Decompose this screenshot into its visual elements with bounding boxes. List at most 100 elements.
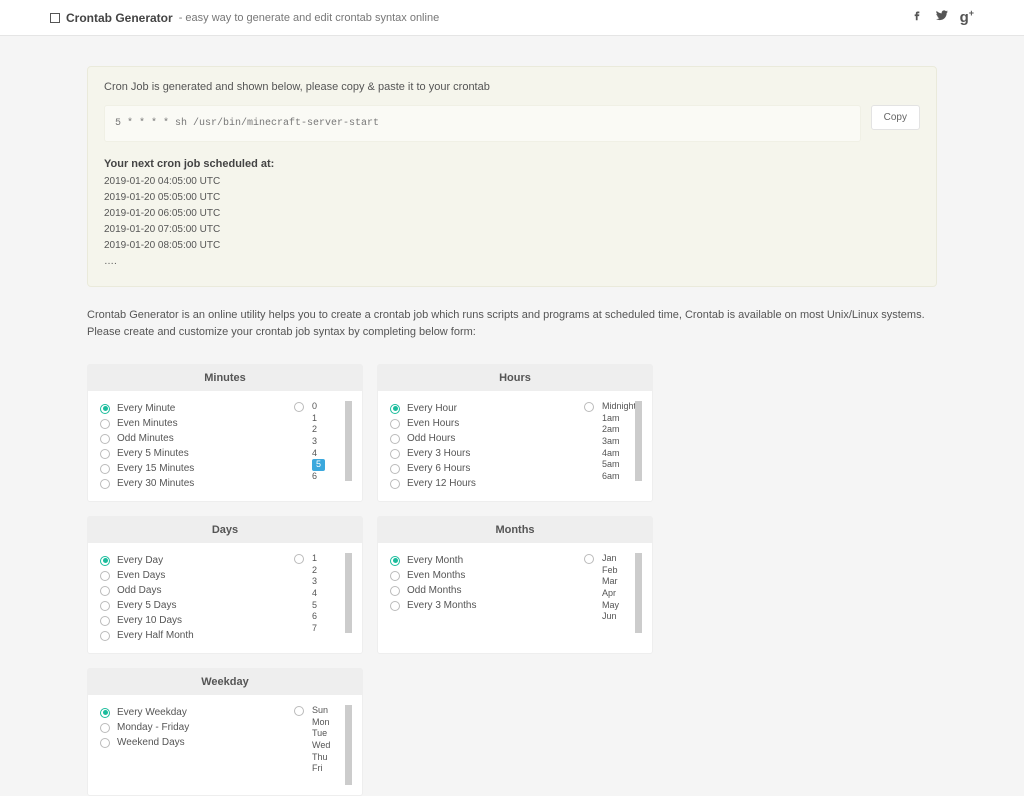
value-item[interactable]: 5 <box>312 600 345 612</box>
value-item[interactable]: Wed <box>312 740 345 752</box>
value-item[interactable]: 0 <box>312 401 345 413</box>
value-item[interactable]: 3 <box>312 436 345 448</box>
radio-icon[interactable] <box>584 554 594 564</box>
option-days[interactable]: Every 5 Days <box>100 598 302 613</box>
value-item[interactable]: 1 <box>312 413 345 425</box>
option-minutes[interactable]: Odd Minutes <box>100 431 302 446</box>
option-hours[interactable]: Even Hours <box>390 416 592 431</box>
googleplus-icon[interactable]: g+ <box>960 8 974 27</box>
value-item[interactable]: Jun <box>602 611 635 623</box>
value-item[interactable]: May <box>602 600 635 612</box>
value-item[interactable]: 2 <box>312 565 345 577</box>
value-item[interactable]: Feb <box>602 565 635 577</box>
brand: Crontab Generator - easy way to generate… <box>50 11 439 25</box>
values-list[interactable]: Midnight1am2am3am4am5am6am7am8am <box>600 401 642 481</box>
value-item[interactable]: 3 <box>312 576 345 588</box>
option-hours[interactable]: Odd Hours <box>390 431 592 446</box>
panel-hours: HoursEvery HourEven HoursOdd HoursEvery … <box>377 364 653 502</box>
option-hours[interactable]: Every Hour <box>390 401 592 416</box>
option-minutes[interactable]: Every 5 Minutes <box>100 446 302 461</box>
radio-icon <box>390 586 400 596</box>
radio-icon <box>100 708 110 718</box>
radio-icon <box>100 586 110 596</box>
cron-output[interactable]: 5 * * * * sh /usr/bin/minecraft-server-s… <box>104 105 861 142</box>
option-weekday[interactable]: Every Weekday <box>100 705 302 720</box>
option-weekday[interactable]: Monday - Friday <box>100 720 302 735</box>
option-months[interactable]: Every Month <box>390 553 592 568</box>
option-days[interactable]: Even Days <box>100 568 302 583</box>
schedule-item: 2019-01-20 07:05:00 UTC <box>104 222 920 238</box>
option-minutes[interactable]: Every 30 Minutes <box>100 476 302 491</box>
values-list[interactable]: JanFebMarAprMayJun <box>600 553 642 633</box>
option-weekday[interactable]: Weekend Days <box>100 735 302 750</box>
value-item[interactable]: Tue <box>312 728 345 740</box>
copy-button[interactable]: Copy <box>871 105 920 130</box>
option-minutes[interactable]: Even Minutes <box>100 416 302 431</box>
panel-header: Hours <box>378 365 652 391</box>
logo-icon <box>50 13 60 23</box>
value-item[interactable]: Midnight <box>602 401 635 413</box>
facebook-icon[interactable] <box>910 8 924 27</box>
option-days[interactable]: Odd Days <box>100 583 302 598</box>
value-item[interactable]: Mon <box>312 717 345 729</box>
option-label: Every 12 Hours <box>407 478 476 489</box>
radio-icon <box>390 464 400 474</box>
value-item[interactable]: Jan <box>602 553 635 565</box>
schedule-list: 2019-01-20 04:05:00 UTC 2019-01-20 05:05… <box>104 174 920 270</box>
radio-icon[interactable] <box>584 402 594 412</box>
option-days[interactable]: Every Day <box>100 553 302 568</box>
value-item[interactable]: Sun <box>312 705 345 717</box>
value-item[interactable]: 1am <box>602 413 635 425</box>
values-list[interactable]: 012345678 <box>310 401 352 481</box>
value-item[interactable]: 5am <box>602 459 635 471</box>
option-hours[interactable]: Every 3 Hours <box>390 446 592 461</box>
value-item[interactable]: 7 <box>312 623 345 633</box>
radio-icon[interactable] <box>294 402 304 412</box>
value-item[interactable]: 4am <box>602 448 635 460</box>
value-item[interactable]: 2am <box>602 424 635 436</box>
option-label: Even Months <box>407 570 465 581</box>
panels: MinutesEvery MinuteEven MinutesOdd Minut… <box>87 364 937 796</box>
option-months[interactable]: Every 3 Months <box>390 598 592 613</box>
panel-header: Weekday <box>88 669 362 695</box>
option-label: Monday - Friday <box>117 722 189 733</box>
option-days[interactable]: Every Half Month <box>100 628 302 643</box>
option-label: Every 5 Days <box>117 600 176 611</box>
value-item[interactable]: Mar <box>602 576 635 588</box>
option-label: Even Hours <box>407 418 459 429</box>
value-item[interactable]: 5 <box>312 459 345 471</box>
radio-icon[interactable] <box>294 706 304 716</box>
value-item[interactable]: Apr <box>602 588 635 600</box>
option-minutes[interactable]: Every Minute <box>100 401 302 416</box>
option-label: Every Month <box>407 555 463 566</box>
option-months[interactable]: Odd Months <box>390 583 592 598</box>
option-days[interactable]: Every 10 Days <box>100 613 302 628</box>
value-item[interactable]: 6am <box>602 471 635 481</box>
radio-icon <box>390 419 400 429</box>
option-months[interactable]: Even Months <box>390 568 592 583</box>
option-hours[interactable]: Every 6 Hours <box>390 461 592 476</box>
radio-icon <box>100 601 110 611</box>
social-links: g+ <box>910 8 974 27</box>
value-item[interactable]: Fri <box>312 763 345 775</box>
option-hours[interactable]: Every 12 Hours <box>390 476 592 491</box>
option-minutes[interactable]: Every 15 Minutes <box>100 461 302 476</box>
value-item[interactable]: 6 <box>312 471 345 481</box>
schedule-item: 2019-01-20 06:05:00 UTC <box>104 206 920 222</box>
value-item[interactable]: 3am <box>602 436 635 448</box>
value-item[interactable]: Thu <box>312 752 345 764</box>
value-item[interactable]: 4 <box>312 448 345 460</box>
values-list[interactable]: 123456789 <box>310 553 352 633</box>
option-label: Every Hour <box>407 403 457 414</box>
site-title: Crontab Generator <box>66 11 173 25</box>
value-item[interactable]: 6 <box>312 611 345 623</box>
option-label: Even Days <box>117 570 165 581</box>
panel-minutes: MinutesEvery MinuteEven MinutesOdd Minut… <box>87 364 363 502</box>
value-item[interactable]: 1 <box>312 553 345 565</box>
value-item[interactable]: 2 <box>312 424 345 436</box>
values-list[interactable]: SunMonTueWedThuFri <box>310 705 352 785</box>
radio-icon <box>390 601 400 611</box>
radio-icon[interactable] <box>294 554 304 564</box>
value-item[interactable]: 4 <box>312 588 345 600</box>
twitter-icon[interactable] <box>934 8 950 27</box>
